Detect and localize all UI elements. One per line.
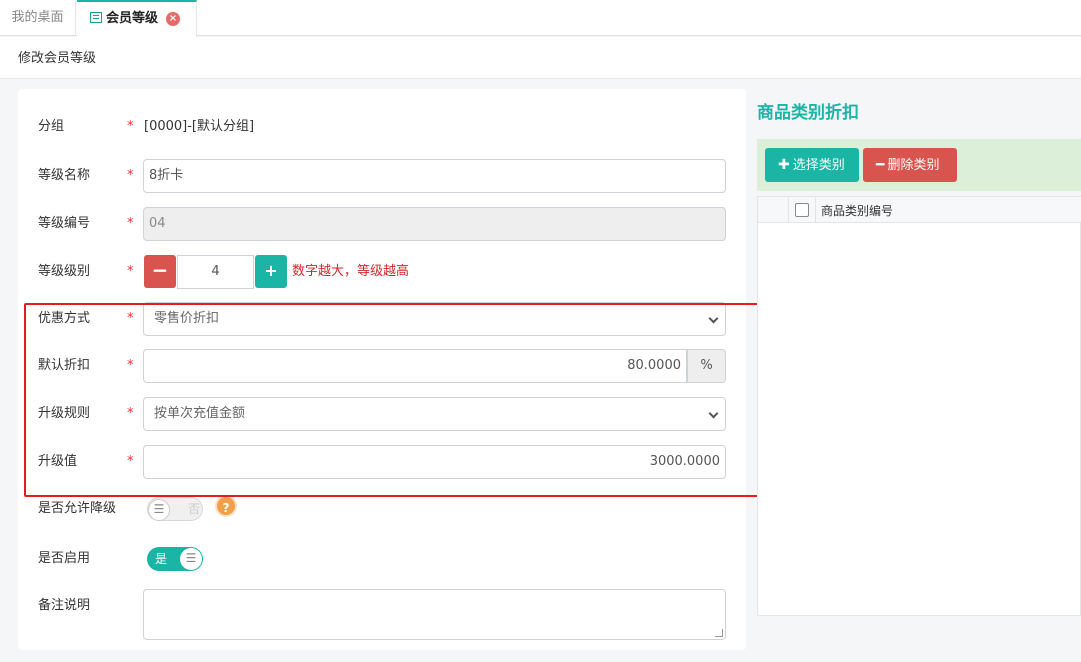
delete-category-button[interactable]: ━ 删除类别 (863, 148, 957, 182)
required-mark: * (127, 119, 134, 134)
group-value: [0000]-[默认分组] (144, 119, 255, 134)
toggle-knob-icon: ☰ (148, 499, 170, 521)
required-mark: * (127, 168, 134, 183)
increment-button[interactable]: + (255, 255, 287, 288)
select-all-checkbox[interactable] (795, 203, 809, 217)
remark-label: 备注说明 (38, 598, 91, 613)
level-code-input: 04 (143, 207, 726, 241)
allow-downgrade-row: 是否允许降级 ☰ 否 ? (18, 495, 746, 529)
level-rank-row: 等级级别 * − 4 + 数字越大，等级越高 (18, 255, 746, 289)
enabled-label: 是否启用 (38, 551, 91, 566)
tab-my-desktop[interactable]: 我的桌面 (0, 0, 76, 36)
minus-icon: ━ (876, 157, 885, 173)
group-row: 分组 * [0000]-[默认分组] (18, 110, 746, 144)
level-name-row: 等级名称 * 8折卡 (18, 159, 746, 193)
tab-bar: 我的桌面 会员等级 × (0, 0, 1081, 37)
column-divider (815, 197, 816, 223)
tab-member-level-label: 会员等级 (106, 11, 159, 26)
category-toolbar: ✚ 选择类别 ━ 删除类别 (757, 139, 1081, 191)
toggle-knob-icon: ☰ (180, 548, 202, 570)
resize-handle-icon[interactable] (715, 629, 723, 637)
category-code-column-header: 商品类别编号 (821, 204, 894, 218)
highlight-box (24, 303, 759, 497)
category-grid: 商品类别编号 (757, 196, 1081, 616)
select-category-label: 选择类别 (792, 158, 845, 173)
required-mark: * (127, 264, 134, 279)
level-rank-hint: 数字越大，等级越高 (292, 264, 410, 279)
allow-downgrade-state: 否 (187, 502, 200, 516)
allow-downgrade-toggle[interactable]: ☰ 否 (147, 497, 203, 521)
select-category-button[interactable]: ✚ 选择类别 (765, 148, 859, 182)
level-code-row: 等级编号 * 04 (18, 207, 746, 241)
level-rank-input[interactable]: 4 (177, 255, 254, 289)
list-icon (90, 12, 102, 23)
tab-member-level[interactable]: 会员等级 × (77, 0, 197, 37)
decrement-button[interactable]: − (144, 255, 176, 288)
grid-header: 商品类别编号 (758, 197, 1081, 223)
level-rank-label: 等级级别 (38, 264, 91, 279)
remark-row: 备注说明 (18, 589, 746, 640)
delete-category-label: 删除类别 (887, 158, 940, 173)
column-divider (788, 197, 789, 223)
level-name-label: 等级名称 (38, 168, 91, 183)
enabled-row: 是否启用 是 ☰ (18, 545, 746, 579)
enabled-state: 是 (155, 552, 168, 566)
category-discount-title: 商品类别折扣 (757, 103, 859, 123)
level-code-label: 等级编号 (38, 216, 91, 231)
help-icon[interactable]: ? (215, 495, 237, 517)
level-name-input[interactable]: 8折卡 (143, 159, 726, 193)
group-label: 分组 (38, 119, 65, 134)
page-title: 修改会员等级 (0, 37, 1081, 79)
allow-downgrade-label: 是否允许降级 (38, 501, 117, 516)
enabled-toggle[interactable]: 是 ☰ (147, 547, 203, 571)
plus-icon: ✚ (778, 157, 790, 173)
required-mark: * (127, 216, 134, 231)
remark-textarea[interactable] (143, 589, 726, 640)
close-icon[interactable]: × (166, 12, 180, 26)
